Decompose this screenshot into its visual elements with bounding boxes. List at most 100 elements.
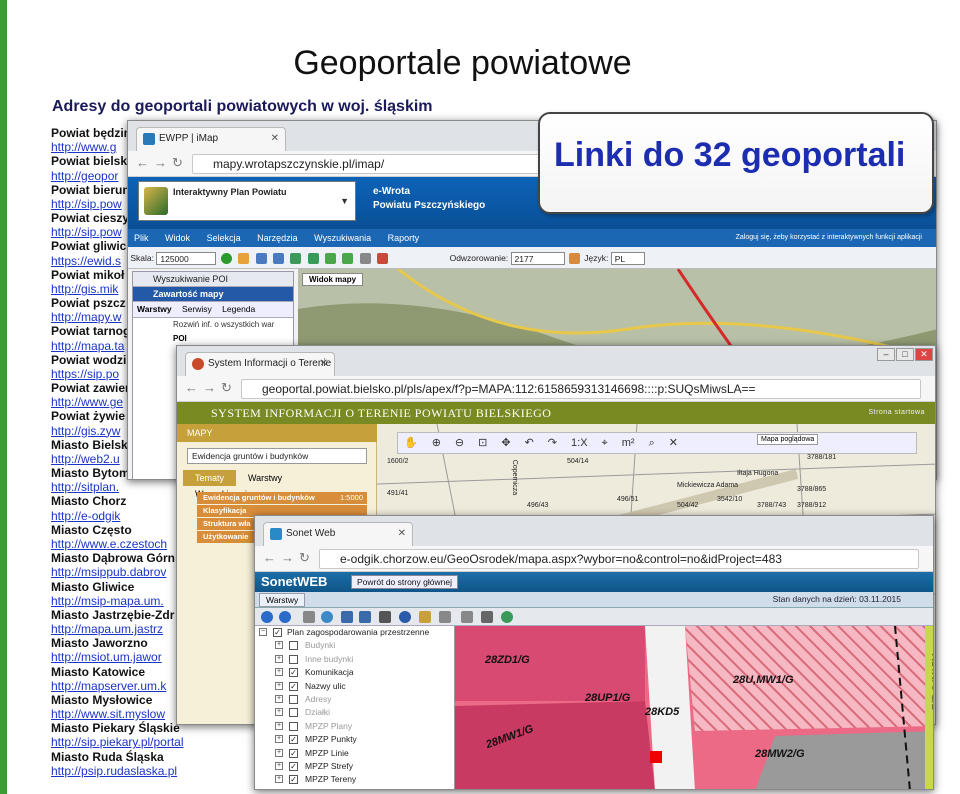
layer-item[interactable]: ++Budynki: [255, 639, 454, 652]
reload-icon[interactable]: ↻: [221, 380, 232, 396]
layer-item[interactable]: ++Działki: [255, 706, 454, 719]
menu-file[interactable]: Plik: [134, 233, 149, 243]
tab-topics[interactable]: Tematy: [183, 470, 237, 486]
expand-icon[interactable]: +: [275, 681, 283, 690]
expand-icon[interactable]: +: [275, 708, 283, 717]
tree-root[interactable]: − ✓ Plan zagospodarowania przestrzenne: [255, 626, 454, 639]
language-select[interactable]: PL: [610, 252, 645, 266]
layer-checkbox[interactable]: ✓: [289, 668, 298, 678]
scale-input[interactable]: 125000: [156, 252, 217, 266]
close-window-button[interactable]: ✕: [915, 348, 933, 361]
draw-icon[interactable]: [377, 253, 389, 265]
ruler-icon[interactable]: [461, 611, 473, 623]
close-tab-icon[interactable]: ✕: [320, 353, 328, 375]
tab-services[interactable]: Serwisy: [178, 304, 216, 314]
layer-item[interactable]: ++✓MPZP Linie: [255, 747, 454, 760]
browser-tab-ewpp[interactable]: EWPP | iMap ✕: [136, 127, 286, 151]
layer-item[interactable]: ++✓Nazwy ulic: [255, 680, 454, 693]
back-icon[interactable]: ←: [136, 155, 149, 170]
expand-icon[interactable]: +: [275, 748, 283, 757]
expand-icon[interactable]: +: [275, 775, 283, 784]
layer-poi[interactable]: POI: [133, 332, 293, 346]
panel-search-poi[interactable]: Wyszukiwanie POI: [133, 272, 293, 287]
layer-checkbox[interactable]: ✓: [289, 748, 298, 758]
layer-checkbox[interactable]: [289, 721, 298, 731]
zoom-out-icon[interactable]: [272, 253, 284, 265]
expand-icon[interactable]: +: [275, 694, 283, 703]
reload-icon[interactable]: ↻: [172, 155, 183, 171]
layer-item[interactable]: ++MPZP Plany: [255, 720, 454, 733]
print-icon[interactable]: [481, 611, 493, 623]
back-icon[interactable]: ←: [185, 380, 198, 395]
map-view-tab[interactable]: Widok mapy: [302, 273, 364, 286]
layer-checkbox[interactable]: ✓: [289, 681, 298, 691]
browser-tab-sit[interactable]: System Informacji o Terenie ✕: [185, 352, 335, 376]
expand-all-link[interactable]: Rozwiń inf. o wszystkich war: [133, 318, 293, 332]
layer-checkbox[interactable]: [289, 654, 298, 664]
layer-checkbox[interactable]: [289, 641, 298, 651]
layer-item[interactable]: ++Adresy: [255, 693, 454, 706]
menu-selection[interactable]: Selekcja: [207, 233, 241, 243]
expand-icon[interactable]: +: [275, 641, 283, 650]
browser-tab-sonet[interactable]: Sonet Web ✕: [263, 522, 413, 546]
extent-icon[interactable]: [307, 253, 319, 265]
binoculars-icon[interactable]: [379, 611, 391, 623]
tab-legend[interactable]: Legenda: [218, 304, 259, 314]
url-input[interactable]: geoportal.powiat.bielsko.pl/pls/apex/f?p…: [241, 379, 921, 399]
reload-icon[interactable]: ↻: [299, 550, 310, 566]
layer-item[interactable]: ++✓Komunikacja: [255, 666, 454, 679]
globe-icon[interactable]: [290, 253, 302, 265]
list-item-link[interactable]: http://sip.piekary.pl/portal: [51, 735, 201, 749]
minimize-button[interactable]: –: [877, 348, 895, 361]
login-hint[interactable]: Zaloguj się, żeby korzystać z interaktyw…: [736, 229, 922, 247]
layer-item[interactable]: ++✓MPZP Tereny: [255, 773, 454, 786]
next-view-icon[interactable]: [342, 253, 354, 265]
close-tab-icon[interactable]: ✕: [271, 128, 279, 150]
forward-icon[interactable]: →: [281, 550, 294, 565]
projection-select[interactable]: 2177: [510, 252, 565, 266]
expand-icon[interactable]: +: [275, 668, 283, 677]
forward-icon[interactable]: →: [203, 380, 216, 395]
layer-checkbox[interactable]: ✓: [289, 735, 298, 745]
tab-layers[interactable]: Warstwy: [133, 304, 176, 314]
layer-item[interactable]: ++✓MPZP Strefy: [255, 760, 454, 773]
menu-search[interactable]: Wyszukiwania: [314, 233, 371, 243]
back-view-icon[interactable]: [341, 611, 353, 623]
layer-checkbox[interactable]: ✓: [289, 761, 298, 771]
layers-tab[interactable]: Warstwy: [259, 593, 306, 607]
layer-checkbox[interactable]: ✓: [289, 775, 298, 785]
expand-icon[interactable]: +: [275, 654, 283, 663]
refresh-icon[interactable]: [501, 611, 513, 623]
pan-icon[interactable]: [238, 253, 250, 265]
menu-view[interactable]: Widok: [165, 233, 190, 243]
search-icon[interactable]: [359, 253, 371, 265]
dropdown-arrow-icon[interactable]: ▼: [340, 196, 349, 207]
topic-row[interactable]: Ewidencja gruntów i budynków 1:5000: [197, 492, 367, 504]
back-to-home-button[interactable]: Powrót do strony głównej: [351, 575, 458, 589]
folder-icon[interactable]: [419, 611, 431, 623]
back-icon[interactable]: ←: [263, 550, 276, 565]
home-link[interactable]: Strona startowa: [868, 402, 925, 424]
back-view-icon[interactable]: [325, 253, 336, 265]
zoning-map[interactable]: 28ZD1/G 28U,MW1/G 28UP1/G 28KD5 28MW1/G 28MW2…: [455, 626, 933, 789]
layer-checkbox[interactable]: [289, 708, 298, 718]
tab-layers[interactable]: Warstwy: [236, 470, 294, 486]
layer-item[interactable]: ++Inne budynki: [255, 653, 454, 666]
info-icon[interactable]: [399, 611, 411, 623]
layer-item[interactable]: ++✓MPZP Punkty: [255, 733, 454, 746]
measure-icon[interactable]: [439, 611, 451, 623]
zoom-out-icon[interactable]: [279, 611, 291, 623]
maximize-button[interactable]: □: [896, 348, 914, 361]
zoom-in-icon[interactable]: [255, 253, 267, 265]
checkbox[interactable]: ✓: [273, 628, 282, 637]
menu-tools[interactable]: Narzędzia: [257, 233, 298, 243]
globe-icon[interactable]: [321, 611, 333, 623]
list-item-link[interactable]: http://psip.rudaslaska.pl: [51, 764, 201, 778]
panel-map-contents[interactable]: Zawartość mapy: [133, 287, 293, 302]
url-input[interactable]: e-odgik.chorzow.eu/GeoOsrodek/mapa.aspx?…: [319, 549, 919, 569]
forward-icon[interactable]: →: [154, 155, 167, 170]
zoom-in-icon[interactable]: [261, 611, 273, 623]
expand-icon[interactable]: +: [275, 721, 283, 730]
pan-icon[interactable]: [303, 611, 315, 623]
collapse-icon[interactable]: −: [259, 628, 267, 636]
